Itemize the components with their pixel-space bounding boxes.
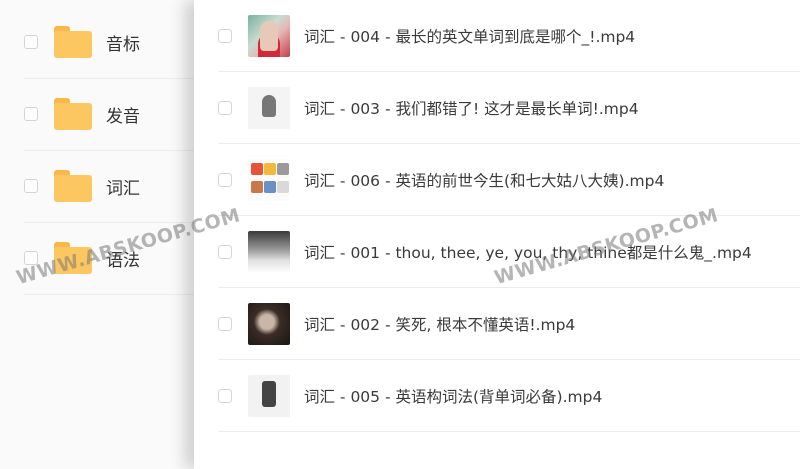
checkbox-icon[interactable] (218, 28, 232, 43)
file-item[interactable]: 词汇 - 001 - thou, thee, ye, you, thy, thi… (218, 216, 800, 288)
folder-list: 音标 发音 词汇 语法 (0, 0, 194, 469)
file-name: 词汇 - 005 - 英语构词法(背单词必备).mp4 (304, 387, 603, 406)
checkbox-icon[interactable] (218, 172, 232, 187)
file-name: 词汇 - 004 - 最长的英文单词到底是哪个_!.mp4 (304, 27, 636, 46)
file-item[interactable]: 词汇 - 002 - 笑死, 根本不懂英语!.mp4 (218, 288, 800, 360)
folder-item-cihui[interactable]: 词汇 (24, 150, 194, 223)
file-item[interactable]: 词汇 - 005 - 英语构词法(背单词必备).mp4 (218, 360, 800, 432)
checkbox-icon[interactable] (218, 100, 232, 115)
folder-item-fayin[interactable]: 发音 (24, 78, 194, 151)
file-browser: 音标 发音 词汇 语法 词汇 - 004 - 最长的英文单词到底是哪个_!.mp… (0, 0, 800, 469)
file-item[interactable]: 词汇 - 003 - 我们都错了! 这才是最长单词!.mp4 (218, 72, 800, 144)
file-name: 词汇 - 003 - 我们都错了! 这才是最长单词!.mp4 (304, 99, 639, 118)
folder-item-yinbiao[interactable]: 音标 (24, 6, 194, 79)
file-item[interactable]: 词汇 - 006 - 英语的前世今生(和七大姑八大姨).mp4 (218, 144, 800, 216)
folder-icon (54, 26, 92, 58)
checkbox-icon[interactable] (24, 251, 38, 265)
video-thumbnail-icon (248, 374, 290, 417)
file-item[interactable]: 词汇 - 004 - 最长的英文单词到底是哪个_!.mp4 (218, 0, 800, 72)
folder-icon (54, 98, 92, 130)
video-thumbnail-icon (248, 158, 290, 201)
file-name: 词汇 - 001 - thou, thee, ye, you, thy, thi… (304, 243, 752, 262)
checkbox-icon[interactable] (24, 107, 38, 121)
file-name: 词汇 - 006 - 英语的前世今生(和七大姑八大姨).mp4 (304, 171, 665, 190)
checkbox-icon[interactable] (24, 179, 38, 193)
folder-label: 音标 (106, 34, 140, 55)
folder-label: 发音 (106, 106, 140, 127)
checkbox-icon[interactable] (218, 388, 232, 403)
folder-label: 词汇 (106, 178, 140, 199)
folder-icon (54, 170, 92, 202)
checkbox-icon[interactable] (24, 35, 38, 49)
folder-item-yufa[interactable]: 语法 (24, 222, 194, 295)
folder-icon (54, 242, 92, 274)
video-thumbnail-icon (248, 14, 290, 57)
file-list: 词汇 - 004 - 最长的英文单词到底是哪个_!.mp4 词汇 - 003 -… (194, 0, 800, 469)
file-name: 词汇 - 002 - 笑死, 根本不懂英语!.mp4 (304, 315, 576, 334)
video-thumbnail-icon (248, 230, 290, 273)
folder-label: 语法 (106, 250, 140, 271)
checkbox-icon[interactable] (218, 316, 232, 331)
checkbox-icon[interactable] (218, 244, 232, 259)
video-thumbnail-icon (248, 302, 290, 345)
video-thumbnail-icon (248, 86, 290, 129)
